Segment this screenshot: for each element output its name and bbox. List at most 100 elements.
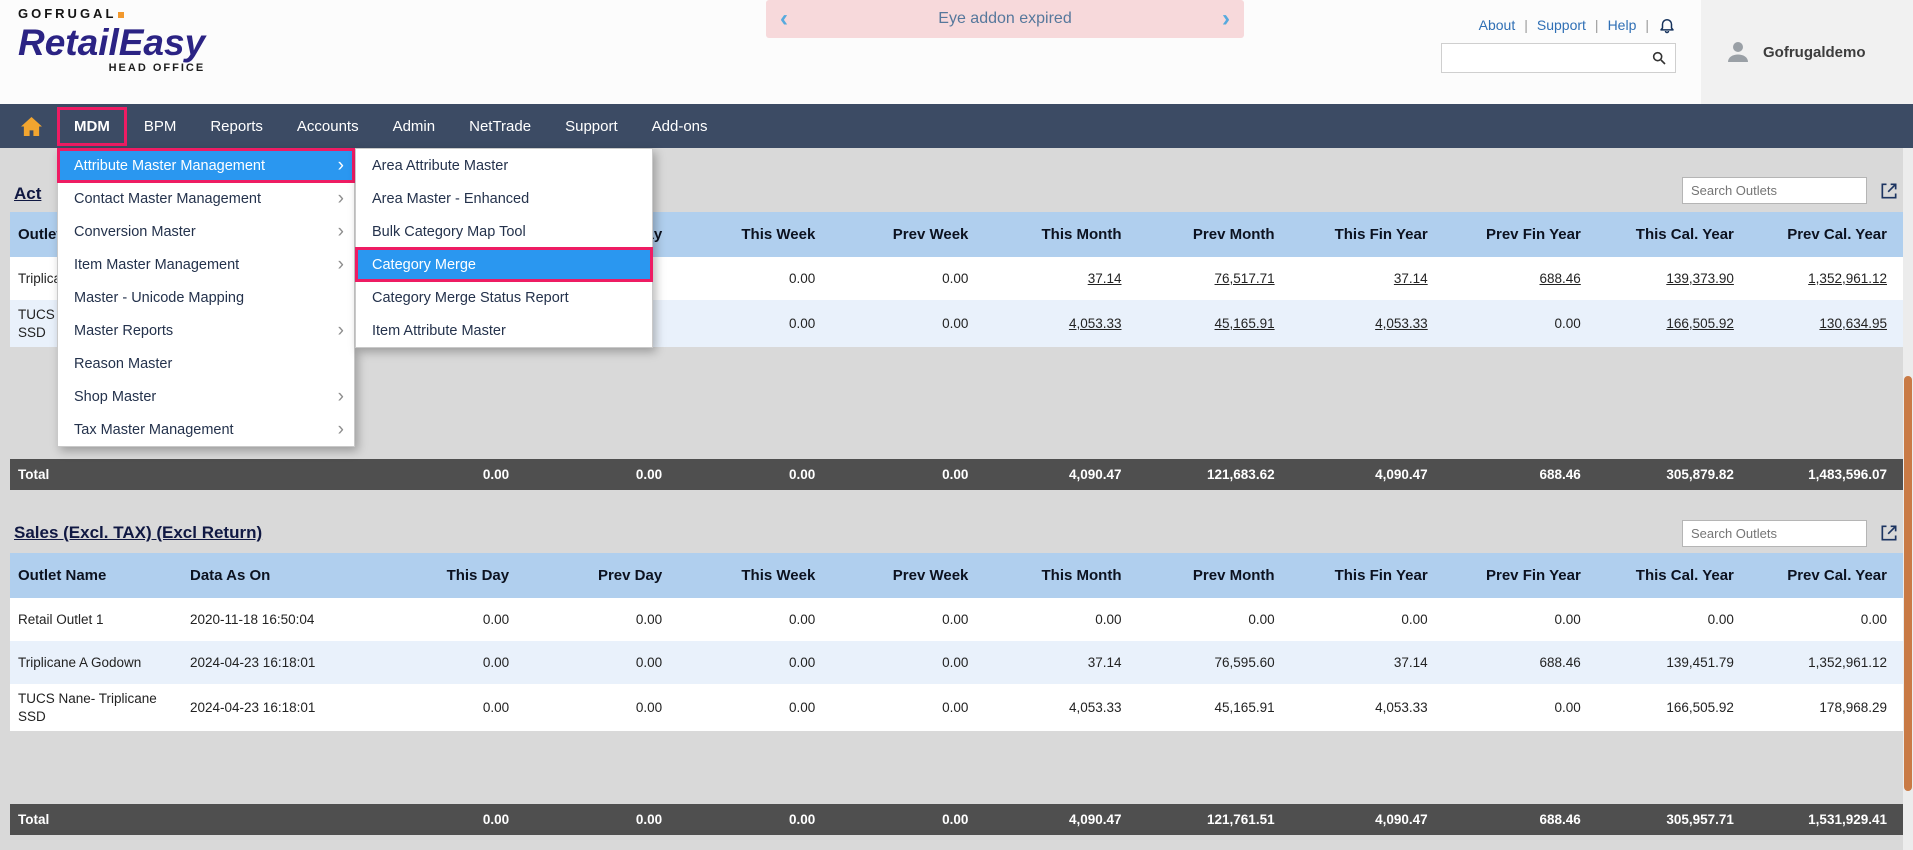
open-in-new-icon[interactable] bbox=[1879, 181, 1899, 201]
nav-item-reports[interactable]: Reports bbox=[193, 107, 280, 146]
link-separator: | bbox=[1645, 17, 1649, 33]
column-header-outlet-name: Outlet Name bbox=[10, 563, 182, 588]
link-separator: | bbox=[1524, 17, 1528, 33]
table-body: Retail Outlet 12020-11-18 16:50:040.000.… bbox=[10, 598, 1903, 731]
logo-brand-text: GOFRUGAL bbox=[18, 6, 116, 21]
global-search-input[interactable] bbox=[1442, 50, 1651, 66]
total-value-cell: 0.00 bbox=[831, 460, 984, 490]
help-link[interactable]: Help bbox=[1608, 17, 1637, 33]
attribute-master-submenu: Area Attribute Master Area Master - Enhan… bbox=[355, 148, 653, 348]
app-logo: GOFRUGAL RetailEasy HEAD OFFICE bbox=[18, 6, 205, 74]
logo-product-text: RetailEasy bbox=[18, 24, 205, 61]
value-cell: 37.14 bbox=[1291, 648, 1444, 678]
mdm-dropdown-menu: Attribute Master Management›Contact Mast… bbox=[57, 148, 355, 447]
total-value-cell: 688.46 bbox=[1444, 805, 1597, 835]
value-cell[interactable]: 4,053.33 bbox=[1291, 309, 1444, 339]
value-cell: 0.00 bbox=[1444, 605, 1597, 635]
open-in-new-icon[interactable] bbox=[1879, 523, 1899, 543]
dropdown-item-master-reports[interactable]: Master Reports› bbox=[58, 314, 354, 347]
nav-item-accounts[interactable]: Accounts bbox=[280, 107, 376, 146]
submenu-item-category-merge[interactable]: Category Merge bbox=[356, 248, 652, 281]
about-link[interactable]: About bbox=[1479, 17, 1516, 33]
dropdown-item-contact-master-management[interactable]: Contact Master Management› bbox=[58, 182, 354, 215]
outlet-search-input[interactable] bbox=[1682, 520, 1867, 547]
value-cell: 0.00 bbox=[372, 648, 525, 678]
column-header-this-fin-year: This Fin Year bbox=[1291, 222, 1444, 247]
value-cell[interactable]: 37.14 bbox=[1291, 264, 1444, 294]
nav-item-add-ons[interactable]: Add-ons bbox=[635, 107, 725, 146]
banner-prev-icon[interactable]: ‹ bbox=[780, 7, 788, 31]
submenu-item-area-master-enhanced[interactable]: Area Master - Enhanced bbox=[356, 182, 652, 215]
value-cell[interactable]: 130,634.95 bbox=[1750, 309, 1903, 339]
value-cell[interactable]: 688.46 bbox=[1444, 264, 1597, 294]
value-cell: 0.00 bbox=[678, 693, 831, 723]
section-gap bbox=[10, 490, 1903, 513]
section-sales: Sales (Excl. TAX) (Excl Return) Outlet N… bbox=[10, 513, 1903, 835]
section-title: Sales (Excl. TAX) (Excl Return) bbox=[14, 523, 262, 543]
support-link[interactable]: Support bbox=[1537, 17, 1586, 33]
chevron-right-icon: › bbox=[338, 321, 344, 340]
value-cell: 0.00 bbox=[831, 605, 984, 635]
outlet-search-input[interactable] bbox=[1682, 177, 1867, 204]
chevron-right-icon: › bbox=[338, 222, 344, 241]
value-cell[interactable]: 1,352,961.12 bbox=[1750, 264, 1903, 294]
chevron-right-icon: › bbox=[338, 420, 344, 439]
submenu-item-item-attribute-master[interactable]: Item Attribute Master bbox=[356, 314, 652, 347]
value-cell: 0.00 bbox=[1750, 605, 1903, 635]
dropdown-item-master-unicode-mapping[interactable]: Master - Unicode Mapping bbox=[58, 281, 354, 314]
menu-item-label: Conversion Master bbox=[74, 224, 196, 240]
value-cell: 178,968.29 bbox=[1750, 693, 1903, 723]
dropdown-item-shop-master[interactable]: Shop Master› bbox=[58, 380, 354, 413]
submenu-item-bulk-category-map-tool[interactable]: Bulk Category Map Tool bbox=[356, 215, 652, 248]
user-menu[interactable]: Gofrugaldemo bbox=[1701, 0, 1913, 104]
value-cell[interactable]: 166,505.92 bbox=[1597, 309, 1750, 339]
logo-orange-dot-icon bbox=[118, 12, 124, 18]
menu-item-label: Contact Master Management bbox=[74, 191, 261, 207]
submenu-item-area-attribute-master[interactable]: Area Attribute Master bbox=[356, 149, 652, 182]
value-cell[interactable]: 4,053.33 bbox=[984, 309, 1137, 339]
dropdown-item-tax-master-management[interactable]: Tax Master Management› bbox=[58, 413, 354, 446]
total-value-cell bbox=[182, 814, 372, 826]
nav-item-nettrade[interactable]: NetTrade bbox=[452, 107, 548, 146]
top-header: GOFRUGAL RetailEasy HEAD OFFICE ‹ Eye ad… bbox=[0, 0, 1913, 104]
home-icon[interactable] bbox=[20, 116, 43, 137]
main-nav: MDMBPMReportsAccountsAdminNetTradeSuppor… bbox=[0, 104, 1913, 148]
column-header-this-month: This Month bbox=[984, 563, 1137, 588]
person-icon bbox=[1723, 37, 1753, 67]
value-cell[interactable]: 37.14 bbox=[984, 264, 1137, 294]
value-cell[interactable]: 45,165.91 bbox=[1138, 309, 1291, 339]
bell-icon[interactable] bbox=[1658, 16, 1676, 34]
column-header-this-fin-year: This Fin Year bbox=[1291, 563, 1444, 588]
nav-item-mdm[interactable]: MDM bbox=[57, 107, 127, 146]
table-row: Retail Outlet 12020-11-18 16:50:040.000.… bbox=[10, 598, 1903, 641]
menu-item-label: Area Master - Enhanced bbox=[372, 191, 529, 207]
banner-next-icon[interactable]: › bbox=[1222, 7, 1230, 31]
menu-item-label: Master - Unicode Mapping bbox=[74, 290, 244, 306]
dropdown-item-item-master-management[interactable]: Item Master Management› bbox=[58, 248, 354, 281]
nav-item-bpm[interactable]: BPM bbox=[127, 107, 194, 146]
dropdown-item-attribute-master-management[interactable]: Attribute Master Management› bbox=[58, 149, 354, 182]
total-value-cell: 1,483,596.07 bbox=[1750, 460, 1903, 490]
scrollbar-thumb[interactable] bbox=[1904, 376, 1912, 791]
value-cell: 0.00 bbox=[831, 264, 984, 294]
dropdown-item-reason-master[interactable]: Reason Master bbox=[58, 347, 354, 380]
dropdown-item-conversion-master[interactable]: Conversion Master › bbox=[58, 215, 354, 248]
value-cell[interactable]: 76,517.71 bbox=[1138, 264, 1291, 294]
total-value-cell: 0.00 bbox=[525, 460, 678, 490]
submenu-item-category-merge-status-report[interactable]: Category Merge Status Report bbox=[356, 281, 652, 314]
column-header-prev-cal-year: Prev Cal. Year bbox=[1750, 222, 1903, 247]
total-value-cell: 0.00 bbox=[678, 460, 831, 490]
value-cell: 0.00 bbox=[1444, 309, 1597, 339]
nav-item-support[interactable]: Support bbox=[548, 107, 635, 146]
total-value-cell: 4,090.47 bbox=[984, 805, 1137, 835]
column-header-prev-week: Prev Week bbox=[831, 222, 984, 247]
column-header-prev-month: Prev Month bbox=[1138, 563, 1291, 588]
value-cell: 0.00 bbox=[831, 693, 984, 723]
nav-item-admin[interactable]: Admin bbox=[376, 107, 453, 146]
total-label: Total bbox=[10, 805, 182, 835]
column-header-this-week: This Week bbox=[678, 222, 831, 247]
search-icon[interactable] bbox=[1651, 50, 1667, 66]
chevron-right-icon: › bbox=[338, 255, 344, 274]
value-cell[interactable]: 139,373.90 bbox=[1597, 264, 1750, 294]
value-cell: 139,451.79 bbox=[1597, 648, 1750, 678]
